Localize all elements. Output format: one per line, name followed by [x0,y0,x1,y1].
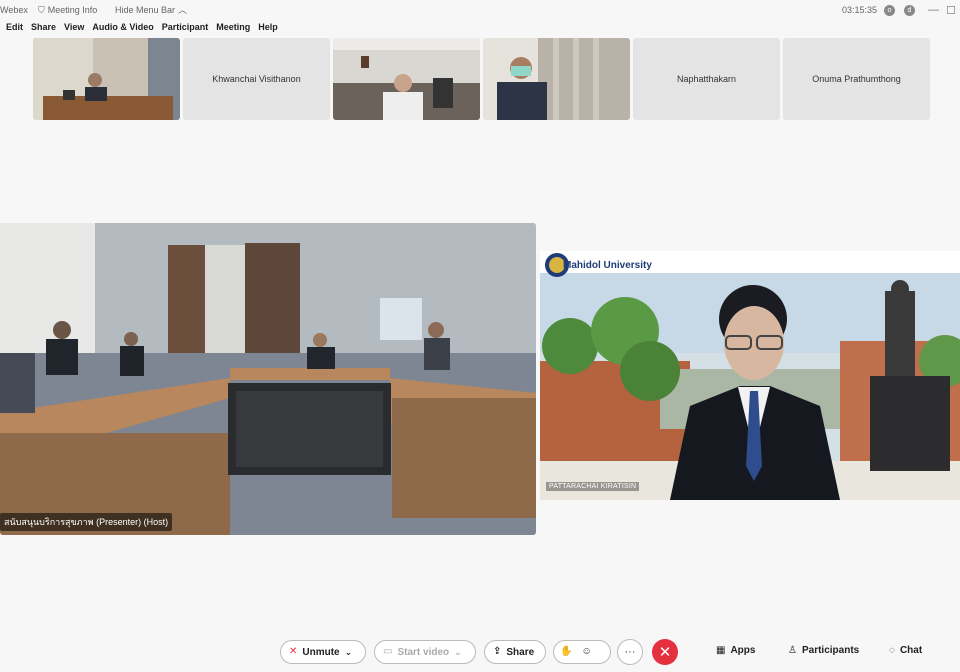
start-video-label: Start video [397,646,450,658]
participant-name: Khwanchai Visithanon [212,74,301,84]
meeting-room-video-feed [0,223,536,535]
apps-icon: ▦ [716,644,726,656]
menu-meeting[interactable]: Meeting [216,22,250,38]
chat-icon: ◌ [889,644,895,656]
menu-share[interactable]: Share [31,22,56,38]
meeting-info-button[interactable]: ⛉ Meeting Info [38,5,97,15]
maximize-icon[interactable]: ☐ [946,4,956,17]
participant-video-tile[interactable] [483,38,630,120]
meeting-info-label: Meeting Info [47,5,98,15]
share-label: Share [506,646,535,658]
chat-button[interactable]: ◌ Chat [889,645,922,656]
share-button[interactable]: ⇪ Share [484,640,546,664]
minimize-icon[interactable]: — [928,4,939,16]
secondary-video[interactable]: Mahidol University PATTARACHAI KIRATISIN [540,251,960,500]
participant-name: Naphatthakarn [676,74,737,84]
participant-name-tile[interactable]: Khwanchai Visithanon [183,38,330,120]
secondary-name-label: PATTARACHAI KIRATISIN [546,482,640,491]
active-speaker-video[interactable]: สนับสนุนบริการสุขภาพ (Presenter) (Host) [0,223,536,535]
menu-help[interactable]: Help [258,22,278,38]
video-off-icon: ▭ [383,646,393,657]
participant-video-tile[interactable] [33,38,180,120]
reactions-group: ✋ ☺ [553,640,611,664]
chevron-down-icon[interactable]: ⌄ [345,647,353,657]
avatar: o [884,5,895,16]
menu-audio-video[interactable]: Audio & Video [92,22,153,38]
hide-menu-bar-button[interactable]: Hide Menu Bar ︿ [115,5,187,15]
more-icon: ··· [624,646,636,658]
participant-name-tile[interactable]: Naphatthakarn [633,38,780,120]
participant-video-feed [33,38,180,120]
leave-meeting-button[interactable]: ✕ [652,639,678,665]
menu-edit[interactable]: Edit [6,22,23,38]
avatar: d [904,5,915,16]
chevron-down-icon[interactable]: ⌄ [454,647,462,657]
raise-hand-icon[interactable]: ✋ [560,647,572,657]
participant-video-feed [333,38,480,120]
participants-button[interactable]: ♙ Participants [788,645,859,656]
apps-label: Apps [730,645,756,656]
menu-participant[interactable]: Participant [162,22,209,38]
unmute-label: Unmute [302,646,340,658]
app-name: Webex [0,5,28,15]
participants-icon: ♙ [788,644,797,656]
shield-icon: ⛉ [38,4,45,15]
app-name-label: Webex [0,5,28,15]
presenter-name-label: สนับสนุนบริการสุขภาพ (Presenter) (Host) [0,513,173,531]
participant-video-feed [483,38,630,120]
share-icon: ⇪ [493,646,502,657]
clock-label: 03:15:35 [842,5,878,15]
apps-button[interactable]: ▦ Apps [716,645,755,656]
participant-name-tile[interactable]: Onuma Prathumthong [783,38,930,120]
more-options-button[interactable]: ··· [617,639,643,665]
chevron-up-icon: ︿ [178,4,188,15]
mic-muted-icon: ✕ [289,646,298,657]
participant-name: Onuma Prathumthong [812,74,901,84]
menu-bar: Edit Share View Audio & Video Participan… [0,22,278,38]
unmute-button[interactable]: ✕ Unmute ⌄ [280,640,366,664]
emoji-reaction-icon[interactable]: ☺ [581,647,591,657]
close-icon: ✕ [658,644,672,661]
title-bar: Webex ⛉ Meeting Info Hide Menu Bar ︿ 03:… [0,0,960,20]
participant-video-tile[interactable] [333,38,480,120]
participants-label: Participants [801,645,860,656]
university-logo-text: Mahidol University [563,260,652,271]
status-avatars: o d [884,5,915,16]
meeting-clock: 03:15:35 [842,5,877,15]
chat-label: Chat [899,645,923,656]
menu-view[interactable]: View [64,22,84,38]
hide-menu-bar-label: Hide Menu Bar [115,5,176,15]
start-video-button[interactable]: ▭ Start video ⌄ [374,640,476,664]
virtual-background-video-feed [540,251,960,500]
participant-thumbnail-strip: Khwanchai Visithanon Naphatthakarn Onuma… [33,38,930,120]
